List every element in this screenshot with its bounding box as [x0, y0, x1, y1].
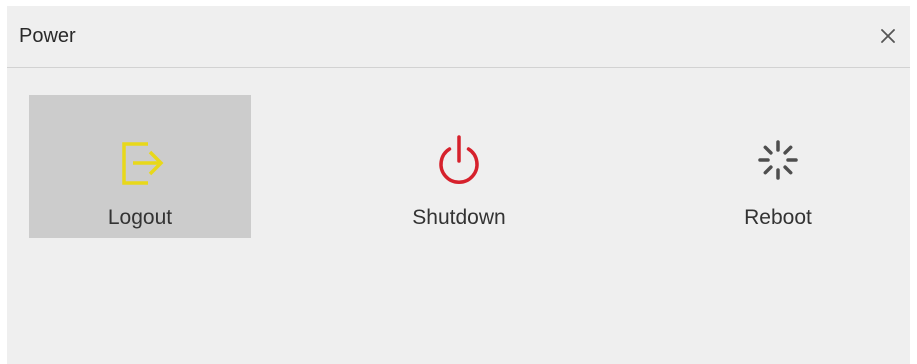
shutdown-button[interactable]: Shutdown	[348, 95, 570, 238]
reboot-label: Reboot	[744, 206, 812, 229]
logout-icon	[110, 130, 170, 190]
reboot-button[interactable]: Reboot	[667, 95, 889, 238]
power-icon	[429, 130, 489, 190]
logout-label: Logout	[107, 206, 173, 229]
dialog-titlebar: Power	[7, 6, 910, 68]
shutdown-label: Shutdown	[412, 206, 506, 229]
power-actions: Logout Shutdown Reboot	[7, 68, 910, 364]
logout-button[interactable]: Logout	[29, 95, 251, 238]
power-dialog: Power Logout Shutdown Reboot	[7, 6, 910, 364]
dialog-title: Power	[19, 25, 76, 47]
reboot-spinner-icon	[748, 130, 808, 190]
close-icon[interactable]	[876, 24, 900, 48]
